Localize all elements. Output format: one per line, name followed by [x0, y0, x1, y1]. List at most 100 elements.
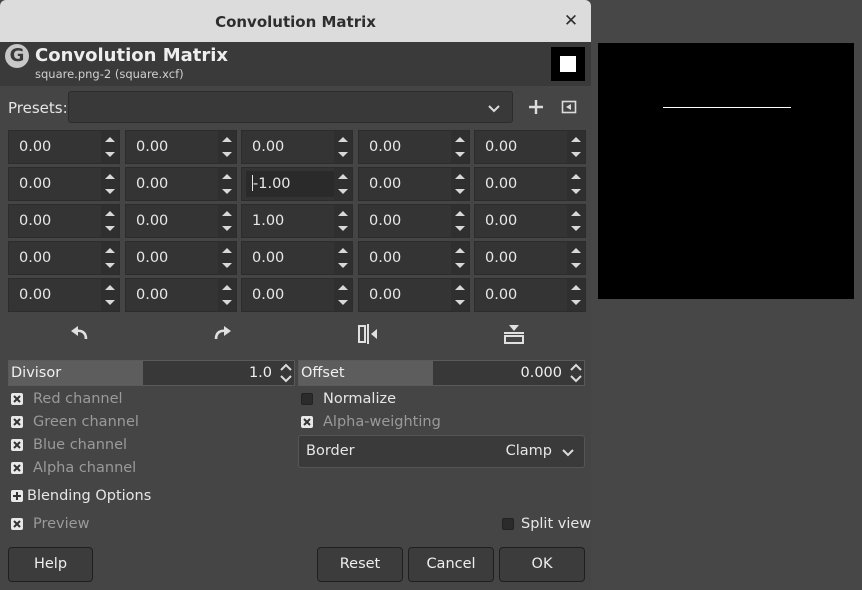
matrix-cell-r1-c3[interactable]: 0.00	[241, 130, 353, 164]
unchecked-box-icon	[301, 393, 313, 405]
spin-arrows-icon[interactable]	[101, 131, 119, 163]
offset-value: 0.000	[520, 365, 562, 381]
check-icon	[11, 439, 23, 451]
matrix-cell-value[interactable]: 0.00	[246, 245, 334, 271]
matrix-cell-r2-c3[interactable]: -1.00	[241, 167, 353, 201]
spin-arrows-icon[interactable]	[218, 242, 236, 274]
matrix-cell-value[interactable]: 0.00	[13, 134, 101, 160]
help-button[interactable]: Help	[8, 547, 93, 582]
matrix-cell-value[interactable]: 0.00	[479, 134, 567, 160]
spin-arrows-icon[interactable]	[568, 361, 584, 385]
add-preset-button[interactable]	[525, 96, 547, 118]
spin-arrows-icon[interactable]	[451, 279, 469, 311]
offset-spinscale[interactable]: Offset 0.000	[298, 360, 585, 386]
matrix-cell-value[interactable]: -1.00	[246, 171, 334, 197]
cancel-button[interactable]: Cancel	[408, 547, 494, 582]
spin-arrows-icon[interactable]	[334, 168, 352, 200]
matrix-cell-value[interactable]: 0.00	[479, 282, 567, 308]
matrix-cell-r1-c2[interactable]: 0.00	[125, 130, 237, 164]
spin-arrows-icon[interactable]	[451, 205, 469, 237]
spin-arrows-icon[interactable]	[451, 242, 469, 274]
matrix-cell-r4-c3[interactable]: 0.00	[241, 241, 353, 275]
blending-options-label: Blending Options	[27, 488, 152, 504]
matrix-cell-r3-c3[interactable]: 1.00	[241, 204, 353, 238]
matrix-cell-value[interactable]: 0.00	[130, 171, 218, 197]
matrix-cell-r5-c1[interactable]: 0.00	[8, 278, 120, 312]
matrix-cell-value[interactable]: 0.00	[363, 171, 451, 197]
flip-vertical-icon[interactable]	[502, 322, 526, 346]
matrix-cell-value[interactable]: 0.00	[130, 208, 218, 234]
matrix-cell-r2-c5[interactable]: 0.00	[474, 167, 586, 201]
matrix-cell-r2-c2[interactable]: 0.00	[125, 167, 237, 201]
spin-arrows-icon[interactable]	[567, 205, 585, 237]
matrix-cell-r3-c4[interactable]: 0.00	[358, 204, 470, 238]
spin-arrows-icon[interactable]	[101, 279, 119, 311]
matrix-cell-value[interactable]: 0.00	[363, 282, 451, 308]
spin-arrows-icon[interactable]	[334, 131, 352, 163]
matrix-cell-r1-c1[interactable]: 0.00	[8, 130, 120, 164]
matrix-cell-value[interactable]: 0.00	[246, 282, 334, 308]
spin-arrows-icon[interactable]	[101, 242, 119, 274]
rotate-cw-icon[interactable]	[211, 322, 235, 346]
matrix-cell-r5-c5[interactable]: 0.00	[474, 278, 586, 312]
spin-arrows-icon[interactable]	[101, 205, 119, 237]
spin-arrows-icon[interactable]	[567, 168, 585, 200]
spin-arrows-icon[interactable]	[218, 279, 236, 311]
flip-horizontal-icon[interactable]	[356, 322, 380, 346]
matrix-cell-value[interactable]: 0.00	[13, 171, 101, 197]
matrix-cell-value[interactable]: 0.00	[13, 208, 101, 234]
matrix-cell-r3-c2[interactable]: 0.00	[125, 204, 237, 238]
spin-arrows-icon[interactable]	[218, 168, 236, 200]
spin-arrows-icon[interactable]	[101, 168, 119, 200]
preset-menu-button[interactable]	[558, 96, 580, 118]
spin-arrows-icon[interactable]	[567, 242, 585, 274]
matrix-cell-value[interactable]: 0.00	[246, 134, 334, 160]
spin-arrows-icon[interactable]	[451, 131, 469, 163]
matrix-cell-r3-c1[interactable]: 0.00	[8, 204, 120, 238]
matrix-cell-value[interactable]: 0.00	[13, 282, 101, 308]
red-channel-label: Red channel	[33, 391, 123, 407]
matrix-cell-value[interactable]: 0.00	[130, 245, 218, 271]
spin-arrows-icon[interactable]	[334, 279, 352, 311]
matrix-cell-value[interactable]: 0.00	[479, 245, 567, 271]
matrix-cell-r5-c3[interactable]: 0.00	[241, 278, 353, 312]
expand-plus-icon	[11, 490, 23, 502]
matrix-cell-value[interactable]: 0.00	[363, 245, 451, 271]
matrix-cell-value[interactable]: 0.00	[130, 282, 218, 308]
matrix-cell-r4-c5[interactable]: 0.00	[474, 241, 586, 275]
close-button[interactable]: ✕	[563, 13, 579, 30]
matrix-cell-value[interactable]: 1.00	[246, 208, 334, 234]
matrix-cell-r2-c4[interactable]: 0.00	[358, 167, 470, 201]
header-title: Convolution Matrix	[35, 45, 229, 66]
spin-arrows-icon[interactable]	[334, 205, 352, 237]
matrix-cell-value[interactable]: 0.00	[479, 208, 567, 234]
matrix-cell-r1-c5[interactable]: 0.00	[474, 130, 586, 164]
divisor-spinscale[interactable]: Divisor 1.0	[8, 360, 295, 386]
matrix-cell-r5-c2[interactable]: 0.00	[125, 278, 237, 312]
matrix-cell-value[interactable]: 0.00	[363, 208, 451, 234]
matrix-cell-r5-c4[interactable]: 0.00	[358, 278, 470, 312]
rotate-ccw-icon[interactable]	[67, 322, 91, 346]
reset-button[interactable]: Reset	[317, 547, 403, 582]
matrix-cell-value[interactable]: 0.00	[130, 134, 218, 160]
matrix-cell-r3-c5[interactable]: 0.00	[474, 204, 586, 238]
check-icon	[301, 416, 313, 428]
spin-arrows-icon[interactable]	[218, 131, 236, 163]
presets-combo[interactable]	[68, 91, 513, 123]
spin-arrows-icon[interactable]	[278, 361, 294, 385]
border-combo[interactable]: Border Clamp	[298, 435, 585, 468]
matrix-cell-r4-c2[interactable]: 0.00	[125, 241, 237, 275]
matrix-cell-r4-c4[interactable]: 0.00	[358, 241, 470, 275]
matrix-cell-r1-c4[interactable]: 0.00	[358, 130, 470, 164]
ok-button[interactable]: OK	[499, 547, 585, 582]
spin-arrows-icon[interactable]	[567, 131, 585, 163]
matrix-cell-r2-c1[interactable]: 0.00	[8, 167, 120, 201]
spin-arrows-icon[interactable]	[451, 168, 469, 200]
matrix-cell-value[interactable]: 0.00	[13, 245, 101, 271]
matrix-cell-r4-c1[interactable]: 0.00	[8, 241, 120, 275]
matrix-cell-value[interactable]: 0.00	[363, 134, 451, 160]
spin-arrows-icon[interactable]	[218, 205, 236, 237]
matrix-cell-value[interactable]: 0.00	[479, 171, 567, 197]
spin-arrows-icon[interactable]	[567, 279, 585, 311]
spin-arrows-icon[interactable]	[334, 242, 352, 274]
